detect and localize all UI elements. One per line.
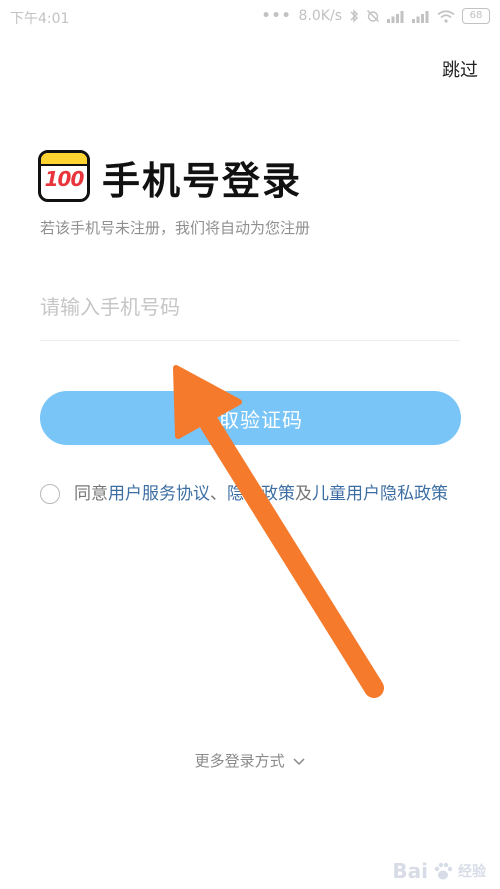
bluetooth-icon (350, 9, 358, 23)
get-code-button[interactable]: 获取验证码 (40, 391, 461, 445)
subtitle: 若该手机号未注册，我们将自动为您注册 (40, 219, 311, 237)
watermark-brand: Bai (392, 859, 428, 883)
chevron-down-icon (293, 757, 305, 765)
page-title: 手机号登录 (102, 159, 303, 203)
wifi-icon (437, 9, 455, 23)
status-icons: ••• 8.0K/s 68 (262, 8, 490, 24)
net-speed: 8.0K/s (298, 8, 342, 24)
battery-icon: 68 (462, 8, 490, 24)
app-logo: 100 (38, 150, 90, 202)
user-service-link[interactable]: 用户服务协议 (108, 484, 210, 504)
input-underline (40, 340, 460, 341)
logo-text: 100 (44, 167, 85, 191)
signal-icon (387, 10, 404, 23)
logo-top-band (41, 153, 87, 166)
alarm-off-icon (367, 10, 379, 22)
more-login-options[interactable]: 更多登录方式 (0, 750, 500, 771)
paw-icon (434, 862, 453, 880)
agreement-text: 同意用户服务协议、隐私政策及儿童用户隐私政策 (74, 481, 474, 508)
agree-checkbox[interactable] (40, 484, 60, 504)
agreement-prefix: 同意 (74, 484, 108, 504)
agreement-and: 及 (295, 484, 312, 504)
skip-button[interactable]: 跳过 (442, 56, 478, 82)
signal-2-icon (412, 10, 429, 23)
status-bar: 下午4:01 ••• 8.0K/s 68 (0, 0, 500, 34)
child-privacy-link[interactable]: 儿童用户隐私政策 (312, 484, 448, 504)
more-login-label: 更多登录方式 (194, 752, 285, 770)
phone-input[interactable] (40, 285, 460, 329)
privacy-policy-link[interactable]: 隐私政策 (227, 484, 295, 504)
watermark-sub: 经验 (458, 864, 486, 880)
agreement-separator: 、 (210, 484, 227, 504)
more-dots-icon: ••• (261, 8, 292, 24)
baidu-watermark: Bai 经验 (392, 859, 486, 883)
status-time: 下午4:01 (10, 11, 70, 27)
